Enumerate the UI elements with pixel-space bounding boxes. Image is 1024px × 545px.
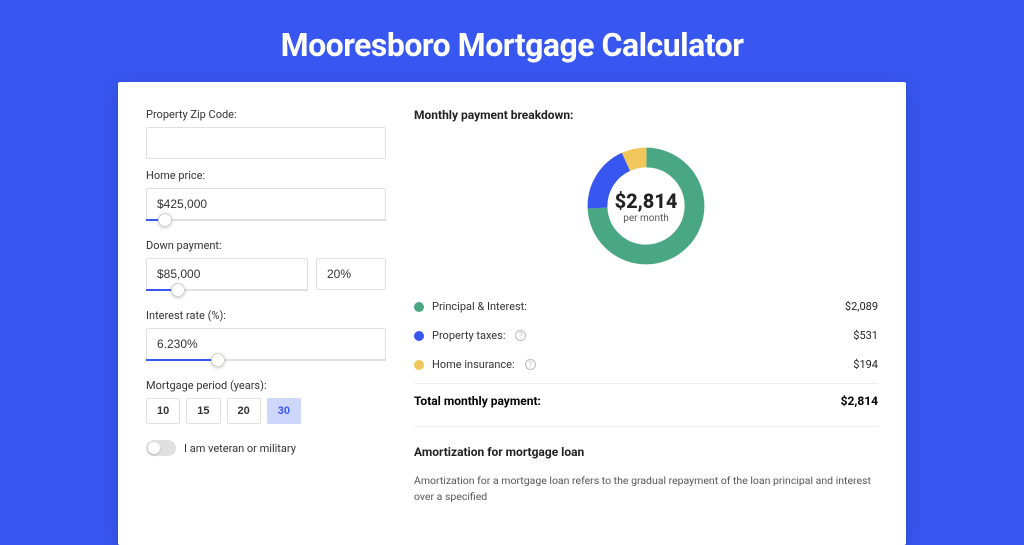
zip-input[interactable]: [146, 127, 386, 159]
amortization-section: Amortization for mortgage loan Amortizat…: [414, 426, 878, 505]
donut-amount: $2,814: [615, 189, 678, 213]
total-label: Total monthly payment:: [414, 394, 541, 408]
legend: Principal & Interest: $2,089 Property taxe…: [414, 292, 878, 379]
total-value: $2,814: [841, 394, 878, 408]
legend-dot: [414, 302, 424, 312]
calculator-card: Property Zip Code: Home price: Down paym…: [118, 82, 906, 545]
page-title: Mooresboro Mortgage Calculator: [0, 0, 1024, 82]
legend-value: $194: [853, 358, 878, 371]
breakdown-column: Monthly payment breakdown: $2,814 per mo…: [414, 108, 878, 505]
legend-label: Property taxes:: [432, 329, 505, 342]
period-label: Mortgage period (years):: [146, 379, 386, 392]
slider-thumb[interactable]: [158, 213, 172, 227]
legend-row: Home insurance:? $194: [414, 350, 878, 379]
legend-value: $531: [853, 329, 878, 342]
veteran-label: I am veteran or military: [184, 442, 296, 455]
down-payment-label: Down payment:: [146, 239, 386, 252]
down-amount-input[interactable]: [146, 258, 308, 290]
slider-thumb[interactable]: [211, 353, 225, 367]
legend-dot: [414, 360, 424, 370]
rate-input[interactable]: [146, 328, 386, 360]
home-price-slider[interactable]: [146, 219, 386, 229]
home-price-label: Home price:: [146, 169, 386, 182]
amortization-header: Amortization for mortgage loan: [414, 445, 878, 459]
period-button-15[interactable]: 15: [186, 398, 220, 424]
period-buttons: 1015 2030: [146, 398, 386, 424]
legend-row: Principal & Interest: $2,089: [414, 292, 878, 321]
period-button-30[interactable]: 30: [267, 398, 301, 424]
zip-label: Property Zip Code:: [146, 108, 386, 121]
legend-label: Home insurance:: [432, 358, 515, 371]
info-icon[interactable]: ?: [515, 330, 526, 341]
legend-label: Principal & Interest:: [432, 300, 527, 313]
legend-value: $2,089: [845, 300, 878, 313]
home-price-input[interactable]: [146, 188, 386, 220]
legend-row: Property taxes:? $531: [414, 321, 878, 350]
inputs-column: Property Zip Code: Home price: Down paym…: [146, 108, 386, 505]
donut-chart: $2,814 per month: [414, 136, 878, 276]
veteran-toggle[interactable]: [146, 440, 176, 456]
donut-sublabel: per month: [615, 213, 678, 224]
info-icon[interactable]: ?: [525, 359, 536, 370]
slider-thumb[interactable]: [171, 283, 185, 297]
amortization-body: Amortization for a mortgage loan refers …: [414, 473, 878, 505]
rate-label: Interest rate (%):: [146, 309, 386, 322]
rate-slider[interactable]: [146, 359, 386, 369]
down-payment-slider[interactable]: [146, 289, 308, 299]
down-percent-input[interactable]: [316, 258, 386, 290]
legend-dot: [414, 331, 424, 341]
period-button-20[interactable]: 20: [227, 398, 261, 424]
toggle-knob: [148, 442, 160, 454]
breakdown-header: Monthly payment breakdown:: [414, 108, 878, 122]
period-button-10[interactable]: 10: [146, 398, 180, 424]
